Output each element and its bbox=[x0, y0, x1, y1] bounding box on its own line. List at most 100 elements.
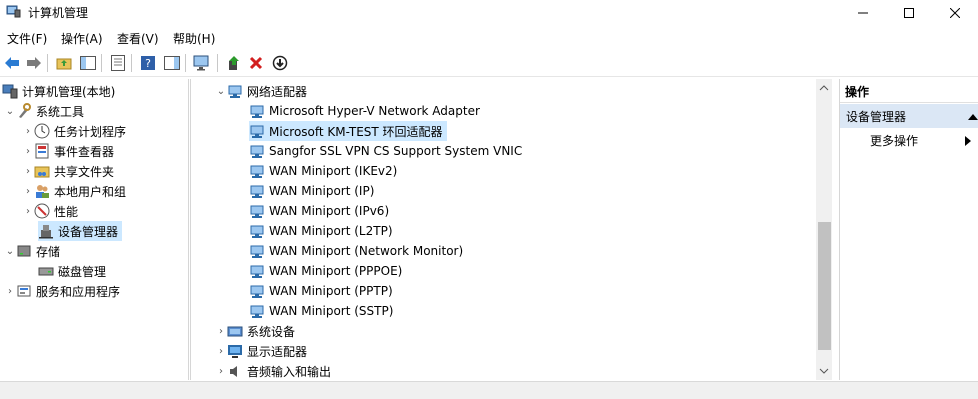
event-viewer-icon bbox=[35, 143, 49, 159]
adapter-item[interactable]: WAN Miniport (L2TP) bbox=[249, 221, 393, 241]
chevron-right-icon[interactable]: › bbox=[22, 205, 34, 217]
device-manager-icon bbox=[39, 225, 53, 239]
chevron-right-icon[interactable]: › bbox=[22, 145, 34, 157]
update-driver-button[interactable] bbox=[224, 53, 244, 73]
chevron-down-icon[interactable]: ⌄ bbox=[215, 85, 227, 97]
scroll-up-icon[interactable] bbox=[816, 81, 832, 95]
submenu-arrow-icon bbox=[965, 136, 971, 146]
tree-item-label: 共享文件夹 bbox=[54, 164, 115, 179]
category-label: 网络适配器 bbox=[247, 84, 308, 99]
uninstall-device-button[interactable] bbox=[246, 53, 266, 73]
adapter-item[interactable]: Microsoft Hyper-V Network Adapter bbox=[249, 101, 480, 121]
menu-view[interactable]: 查看(V) bbox=[117, 30, 159, 47]
tree-root[interactable]: 计算机管理(本地) bbox=[2, 81, 115, 101]
network-adapter-icon bbox=[250, 105, 264, 118]
scroll-down-icon[interactable] bbox=[816, 364, 832, 378]
adapter-item[interactable]: Microsoft KM-TEST 环回适配器 bbox=[249, 121, 447, 141]
adapter-item[interactable]: WAN Miniport (PPTP) bbox=[249, 281, 393, 301]
tree-item-services-apps[interactable]: › 服务和应用程序 bbox=[4, 281, 120, 301]
action-pane-icon bbox=[164, 56, 180, 70]
update-driver-icon bbox=[229, 56, 239, 70]
network-adapter-icon bbox=[250, 145, 264, 158]
actions-group-device-manager[interactable]: 设备管理器 bbox=[840, 104, 978, 128]
tree-item-performance[interactable]: › 性能 bbox=[22, 201, 78, 221]
chevron-right-icon[interactable]: › bbox=[215, 345, 227, 357]
collapse-up-icon[interactable] bbox=[968, 112, 978, 120]
tree-item-label: 事件查看器 bbox=[54, 144, 115, 159]
tree-item-local-users[interactable]: › 本地用户和组 bbox=[22, 181, 126, 201]
adapter-item[interactable]: WAN Miniport (IP) bbox=[249, 181, 374, 201]
maximize-button[interactable] bbox=[886, 0, 932, 26]
tree-item-label: 设备管理器 bbox=[58, 224, 119, 239]
computer-management-icon bbox=[2, 84, 18, 99]
tree-item-label: 性能 bbox=[54, 204, 79, 219]
shared-folder-icon bbox=[34, 166, 50, 178]
adapter-item[interactable]: Sangfor SSL VPN CS Support System VNIC bbox=[249, 141, 522, 161]
up-level-button[interactable] bbox=[54, 53, 74, 73]
chevron-down-icon[interactable]: ⌄ bbox=[4, 105, 16, 117]
scroll-thumb[interactable] bbox=[818, 222, 831, 350]
performance-icon bbox=[34, 203, 50, 219]
network-adapter-icon bbox=[250, 185, 264, 198]
red-x-icon bbox=[249, 56, 263, 70]
status-bar bbox=[0, 381, 978, 399]
menu-file[interactable]: 文件(F) bbox=[7, 30, 47, 47]
close-button[interactable] bbox=[932, 0, 978, 26]
forward-button[interactable] bbox=[24, 53, 44, 73]
adapter-item[interactable]: WAN Miniport (IPv6) bbox=[249, 201, 389, 221]
adapter-label: Microsoft Hyper-V Network Adapter bbox=[269, 104, 480, 118]
chevron-right-icon[interactable]: › bbox=[215, 325, 227, 337]
back-arrow-icon bbox=[5, 57, 19, 69]
chevron-down-icon[interactable]: ⌄ bbox=[4, 245, 16, 257]
help-button[interactable]: ? bbox=[138, 53, 158, 73]
tree-item-shared-folders[interactable]: › 共享文件夹 bbox=[22, 161, 114, 181]
tree-item-system-tools[interactable]: ⌄ 系统工具 bbox=[4, 101, 84, 121]
device-category-network-adapters[interactable]: ⌄ 网络适配器 bbox=[215, 81, 307, 101]
device-category-audio-io[interactable]: › 音频输入和输出 bbox=[215, 361, 331, 381]
disk-icon bbox=[38, 267, 54, 276]
show-action-pane-button[interactable] bbox=[162, 53, 182, 73]
users-icon bbox=[36, 185, 49, 198]
actions-group-label: 设备管理器 bbox=[846, 109, 907, 124]
storage-icon bbox=[17, 245, 31, 257]
chevron-right-icon[interactable]: › bbox=[22, 125, 34, 137]
category-label: 系统设备 bbox=[247, 324, 296, 339]
show-tree-button[interactable] bbox=[78, 53, 98, 73]
forward-arrow-icon bbox=[27, 57, 41, 69]
tree-item-storage[interactable]: ⌄ 存储 bbox=[4, 241, 60, 261]
chevron-right-icon[interactable]: › bbox=[22, 185, 34, 197]
menu-help[interactable]: 帮助(H) bbox=[173, 30, 215, 47]
tree-item-task-scheduler[interactable]: › 任务计划程序 bbox=[22, 121, 126, 141]
device-category-display-adapters[interactable]: › 显示适配器 bbox=[215, 341, 307, 361]
adapter-item[interactable]: WAN Miniport (SSTP) bbox=[249, 301, 393, 321]
actions-header: 操作 bbox=[840, 80, 978, 103]
scan-hardware-button[interactable] bbox=[192, 53, 212, 73]
adapter-item[interactable]: WAN Miniport (IKEv2) bbox=[249, 161, 397, 181]
properties-button[interactable] bbox=[108, 53, 128, 73]
chevron-right-icon[interactable]: › bbox=[215, 365, 227, 377]
category-label: 显示适配器 bbox=[247, 344, 308, 359]
menu-action[interactable]: 操作(A) bbox=[61, 30, 103, 47]
tree-item-label: 服务和应用程序 bbox=[36, 284, 121, 299]
device-category-system-devices[interactable]: › 系统设备 bbox=[215, 321, 295, 341]
maximize-icon bbox=[904, 8, 914, 18]
network-adapter-icon bbox=[250, 205, 264, 218]
disable-device-button[interactable] bbox=[270, 53, 290, 73]
network-adapter-icon bbox=[250, 265, 264, 278]
window-title: 计算机管理 bbox=[28, 6, 89, 20]
back-button[interactable] bbox=[2, 53, 22, 73]
adapter-item[interactable]: WAN Miniport (PPPOE) bbox=[249, 261, 402, 281]
network-adapter-icon bbox=[250, 225, 264, 238]
adapter-item[interactable]: WAN Miniport (Network Monitor) bbox=[249, 241, 463, 261]
tree-item-event-viewer[interactable]: › 事件查看器 bbox=[22, 141, 114, 161]
adapter-label: WAN Miniport (IKEv2) bbox=[269, 164, 398, 178]
tree-item-disk-management[interactable]: 磁盘管理 bbox=[38, 261, 106, 281]
tree-item-device-manager[interactable]: 设备管理器 bbox=[38, 221, 123, 241]
network-adapter-icon bbox=[250, 305, 264, 318]
chevron-right-icon[interactable]: › bbox=[4, 285, 16, 297]
chevron-right-icon[interactable]: › bbox=[22, 165, 34, 177]
monitor-scan-icon bbox=[193, 55, 209, 71]
more-actions[interactable]: 更多操作 bbox=[870, 132, 918, 149]
tree-item-label: 存储 bbox=[36, 244, 61, 259]
minimize-button[interactable] bbox=[840, 0, 886, 26]
